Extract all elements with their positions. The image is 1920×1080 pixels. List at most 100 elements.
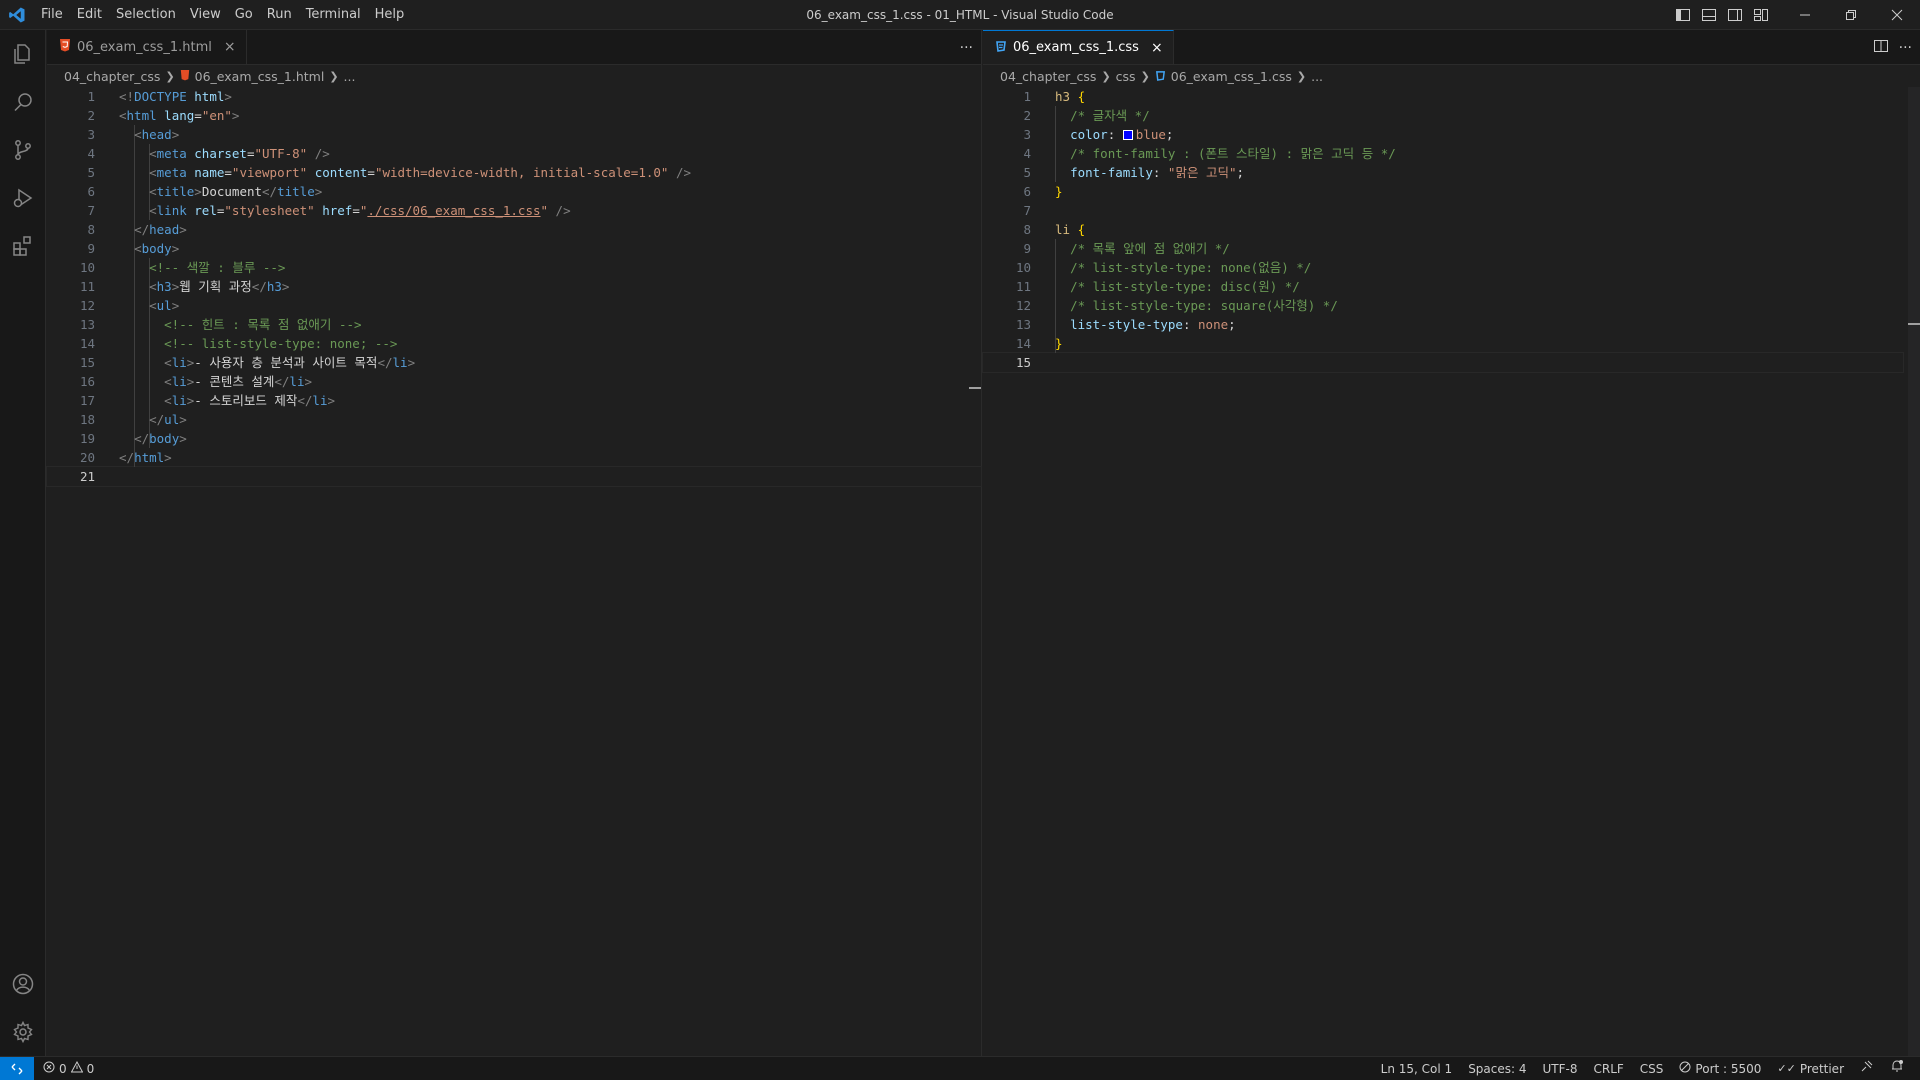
breadcrumb-item[interactable]: css (1116, 69, 1136, 84)
menu-go[interactable]: Go (228, 0, 260, 30)
code-line: 7 (1023, 203, 1031, 218)
tab-close-icon[interactable]: × (1151, 40, 1163, 56)
breadcrumb-item[interactable]: 06_exam_css_1.html (195, 69, 325, 84)
customize-layout-icon[interactable] (1748, 0, 1774, 30)
menu-selection[interactable]: Selection (109, 0, 183, 30)
search-icon[interactable] (0, 78, 46, 126)
toggle-panel-icon[interactable] (1696, 0, 1722, 30)
code-line: 1 <!DOCTYPE html> (87, 89, 232, 104)
code-editor-right[interactable]: 1 h3 { 2 /* 글자색 */ 3 color: blue; 4 /* fo… (982, 87, 1920, 373)
notifications-bell-icon[interactable] (1882, 1057, 1912, 1080)
code-editor-left[interactable]: 1 <!DOCTYPE html> 2 <html lang="en"> 3 <he… (46, 87, 982, 487)
toggle-primary-sidebar-icon[interactable] (1670, 0, 1696, 30)
code-line: 6 <title>Document</title> (87, 184, 323, 199)
scroll-position-marker (969, 387, 981, 389)
minimize-icon[interactable] (1782, 0, 1828, 30)
menu-file[interactable]: File (34, 0, 70, 30)
title-bar: File Edit Selection View Go Run Terminal… (0, 0, 1920, 30)
problems-indicator[interactable]: 0 0 (34, 1060, 95, 1076)
menu-help[interactable]: Help (368, 0, 412, 30)
code-line: 4 <meta charset="UTF-8" /> (87, 146, 330, 161)
breadcrumb-item[interactable]: 04_chapter_css (64, 69, 160, 84)
menu-view[interactable]: View (183, 0, 228, 30)
chevron-right-icon: ❯ (1101, 69, 1111, 83)
code-line: 15 <li>- 사용자 층 분석과 사이트 목적</li> (79, 355, 416, 370)
cursor-position[interactable]: Ln 15, Col 1 (1373, 1057, 1461, 1080)
warning-icon (70, 1060, 83, 1076)
vscode-logo-icon (0, 0, 34, 30)
menu-terminal[interactable]: Terminal (299, 0, 368, 30)
code-line: 3 <head> (87, 127, 180, 142)
explorer-icon[interactable] (0, 30, 46, 78)
more-actions-icon[interactable]: ··· (960, 40, 973, 56)
html-file-icon (180, 69, 190, 84)
code-line: 12 /* list-style-type: square(사각형) */ (1015, 298, 1338, 313)
status-bar: 0 0 Ln 15, Col 1 Spaces: 4 UTF-8 CRLF CS… (0, 1056, 1920, 1080)
vertical-scrollbar[interactable] (967, 87, 981, 1056)
breadcrumb-item[interactable]: ... (1311, 69, 1323, 84)
chevron-right-icon: ❯ (329, 69, 339, 83)
prettier-status[interactable]: ✓✓ Prettier (1769, 1057, 1852, 1080)
tab-bar-right: 06_exam_css_1.css × ··· (983, 30, 1920, 65)
tab-html-file[interactable]: 06_exam_css_1.html × (47, 30, 247, 64)
remote-indicator-icon[interactable] (0, 1056, 34, 1080)
code-line: 10 <!-- 색깔 : 블루 --> (79, 260, 286, 275)
code-line: 7 <link rel="stylesheet" href="./css/06_… (87, 203, 571, 218)
manage-gear-icon[interactable] (0, 1008, 46, 1056)
end-of-line[interactable]: CRLF (1585, 1057, 1631, 1080)
source-control-icon[interactable] (0, 126, 46, 174)
chevron-right-icon: ❯ (1296, 69, 1307, 83)
code-line: 20 </html> (79, 450, 172, 465)
code-line: 8 li { (1023, 222, 1086, 237)
chevron-right-icon: ❯ (165, 69, 175, 83)
code-line: 18 </ul> (79, 412, 187, 427)
prettier-label: Prettier (1799, 1062, 1844, 1076)
color-swatch[interactable] (1122, 130, 1133, 140)
scroll-position-marker (1908, 323, 1920, 325)
toggle-secondary-sidebar-icon[interactable] (1722, 0, 1748, 30)
editor-group-right: 06_exam_css_1.css × ··· 04_chapter_css ❯… (982, 30, 1920, 1056)
code-line: 14} (1015, 336, 1063, 351)
code-line: 9 /* 목록 앞에 점 없애기 */ (1023, 241, 1230, 256)
encoding[interactable]: UTF-8 (1535, 1057, 1586, 1080)
tab-css-file[interactable]: 06_exam_css_1.css × (983, 30, 1174, 64)
restore-icon[interactable] (1828, 0, 1874, 30)
live-server-port[interactable]: Port : 5500 (1671, 1057, 1769, 1080)
activity-bar (0, 30, 46, 1056)
code-line: 3 color: blue; (1023, 127, 1174, 142)
breadcrumb-item[interactable]: ... (344, 69, 356, 84)
menu-bar: File Edit Selection View Go Run Terminal… (34, 0, 411, 30)
vertical-scrollbar[interactable] (1908, 87, 1920, 1056)
menu-run[interactable]: Run (260, 0, 299, 30)
code-line: 16 <li>- 콘텐츠 설계</li> (79, 374, 313, 389)
split-editor-icon[interactable] (1873, 38, 1889, 58)
code-line: 13 list-style-type: none; (1015, 317, 1236, 332)
menu-edit[interactable]: Edit (70, 0, 109, 30)
accounts-icon[interactable] (0, 960, 46, 1008)
code-line: 2 /* 글자색 */ (1023, 108, 1150, 123)
indentation[interactable]: Spaces: 4 (1460, 1057, 1534, 1080)
language-mode[interactable]: CSS (1632, 1057, 1672, 1080)
code-line-current: 15 (982, 352, 1904, 373)
code-line: 9 <body> (87, 241, 180, 256)
stylesheet-link[interactable]: ./css/06_exam_css_1.css (367, 203, 540, 218)
code-line: 8 </head> (87, 222, 187, 237)
port-label: Port : 5500 (1695, 1062, 1762, 1076)
more-actions-icon[interactable]: ··· (1899, 40, 1912, 56)
code-line: 17 <li>- 스토리보드 제작</li> (79, 393, 336, 408)
code-line: 13 <!-- 힌트 : 목록 점 없애기 --> (79, 317, 362, 332)
breadcrumb-item[interactable]: 06_exam_css_1.css (1171, 69, 1292, 84)
tab-close-icon[interactable]: × (224, 39, 236, 55)
warning-count: 0 (86, 1061, 95, 1076)
run-and-debug-icon[interactable] (0, 174, 46, 222)
close-window-icon[interactable] (1874, 0, 1920, 30)
error-icon (43, 1061, 55, 1076)
feedback-icon[interactable] (1852, 1057, 1882, 1080)
html-file-icon (59, 38, 71, 56)
code-line: 12 <ul> (79, 298, 180, 313)
extensions-icon[interactable] (0, 222, 46, 270)
breadcrumb-item[interactable]: 04_chapter_css (1000, 69, 1096, 84)
css-file-icon (1155, 69, 1166, 84)
code-line: 19 </body> (79, 431, 187, 446)
tab-label: 06_exam_css_1.css (1013, 40, 1139, 55)
